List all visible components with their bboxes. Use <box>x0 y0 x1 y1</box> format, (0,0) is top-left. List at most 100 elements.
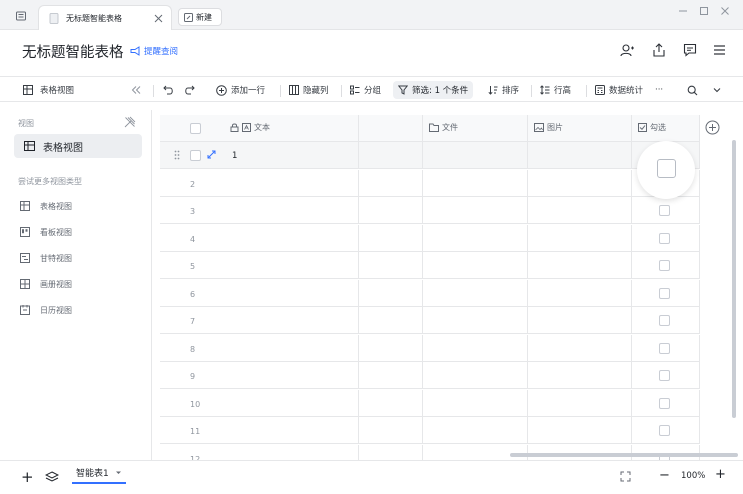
column-header-checkbox[interactable]: 勾选 <box>632 115 700 141</box>
cell-empty[interactable] <box>359 417 423 443</box>
expand-row-icon[interactable] <box>207 150 216 159</box>
row-checkbox-enlarged[interactable] <box>657 159 676 178</box>
sheet-tab-active[interactable]: 智能表1 <box>72 462 126 484</box>
row-checkbox[interactable] <box>659 315 670 326</box>
cell-empty[interactable] <box>359 307 423 333</box>
row-checkbox[interactable] <box>659 205 670 216</box>
add-sheet-button[interactable]: + <box>21 468 34 486</box>
table-row[interactable]: 1 <box>160 142 700 169</box>
cell-file[interactable] <box>423 334 528 361</box>
sort-button[interactable]: 排序 <box>488 77 519 103</box>
group-button[interactable]: 分组 <box>350 77 381 103</box>
select-all-checkbox[interactable] <box>190 123 201 134</box>
share-icon[interactable] <box>649 40 669 60</box>
cell-empty[interactable] <box>359 362 423 388</box>
sidebar-view-type-item[interactable]: 表格视图 <box>20 198 72 214</box>
column-header-image[interactable]: 图片 <box>528 115 632 141</box>
table-row[interactable]: 7 <box>160 307 700 334</box>
table-row[interactable]: 4 <box>160 224 700 252</box>
cell-empty[interactable] <box>359 142 423 168</box>
table-row[interactable]: 9 <box>160 362 700 389</box>
layers-icon[interactable] <box>45 471 59 483</box>
row-checkbox[interactable] <box>659 397 670 409</box>
table-row[interactable]: 2 <box>160 169 700 197</box>
cell-empty[interactable] <box>359 252 423 278</box>
sidebar-view-type-item[interactable]: 日历视图 <box>20 302 72 318</box>
pin-icon[interactable] <box>124 116 136 128</box>
cell-image[interactable] <box>528 224 632 251</box>
sidebar-view-type-item[interactable]: 画册视图 <box>20 276 72 292</box>
table-row[interactable]: 11 <box>160 417 700 444</box>
row-checkbox[interactable] <box>659 370 670 381</box>
menu-icon[interactable] <box>709 40 729 60</box>
hide-columns-button[interactable]: 隐藏列 <box>289 77 329 103</box>
cell-image[interactable] <box>528 169 632 196</box>
close-tab-icon[interactable] <box>154 14 163 23</box>
undo-icon[interactable] <box>163 77 174 103</box>
add-collaborator-icon[interactable] <box>617 40 637 60</box>
cell-file[interactable] <box>423 142 528 168</box>
cell-empty[interactable] <box>359 334 423 361</box>
cell-empty[interactable] <box>359 197 423 223</box>
zoom-out-button[interactable]: − <box>659 468 670 483</box>
cell-image[interactable] <box>528 279 632 306</box>
cell-image[interactable] <box>528 307 632 333</box>
vertical-scrollbar[interactable] <box>732 140 736 418</box>
row-checkbox[interactable] <box>659 287 670 299</box>
add-row-button[interactable]: 添加一行 <box>216 77 265 103</box>
table-row[interactable]: 10 <box>160 389 700 417</box>
row-select-checkbox[interactable] <box>190 150 201 161</box>
cell-image[interactable] <box>528 142 632 168</box>
cell-file[interactable] <box>423 197 528 223</box>
cell-image[interactable] <box>528 252 632 278</box>
sidebar-item-current-view[interactable]: 表格视图 <box>14 134 142 158</box>
cell-empty[interactable] <box>359 169 423 196</box>
chevron-down-icon[interactable] <box>712 77 722 103</box>
row-checkbox[interactable] <box>659 342 670 354</box>
cell-file[interactable] <box>423 252 528 278</box>
filter-button[interactable]: 筛选: 1 个条件 <box>393 81 474 99</box>
cell-empty[interactable] <box>359 389 423 416</box>
close-window-icon[interactable] <box>714 3 736 19</box>
caret-down-icon[interactable] <box>115 469 122 476</box>
cell-image[interactable] <box>528 334 632 361</box>
cell-empty[interactable] <box>359 224 423 251</box>
cell-file[interactable] <box>423 279 528 306</box>
row-checkbox[interactable] <box>659 425 670 436</box>
cell-image[interactable] <box>528 362 632 388</box>
search-icon[interactable] <box>687 77 698 103</box>
cell-image[interactable] <box>528 417 632 443</box>
cell-file[interactable] <box>423 389 528 416</box>
document-title[interactable]: 无标题智能表格 <box>22 41 124 62</box>
collapse-sidebar-icon[interactable] <box>131 77 141 103</box>
row-height-button[interactable]: 行高 <box>540 77 571 103</box>
cell-file[interactable] <box>423 169 528 196</box>
table-row[interactable]: 8 <box>160 334 700 362</box>
cell-file[interactable] <box>423 362 528 388</box>
new-tab-button[interactable]: 新建 <box>178 8 222 26</box>
minimize-icon[interactable] <box>672 3 694 19</box>
statistics-button[interactable]: 数据统计 <box>595 77 643 103</box>
cell-image[interactable] <box>528 389 632 416</box>
comment-icon[interactable] <box>680 40 700 60</box>
more-options-button[interactable]: ··· <box>655 77 663 103</box>
cell-empty[interactable] <box>359 444 423 460</box>
cell-empty[interactable] <box>359 279 423 306</box>
maximize-icon[interactable] <box>693 3 715 19</box>
cell-image[interactable] <box>528 197 632 223</box>
redo-icon[interactable] <box>184 77 195 103</box>
fit-screen-icon[interactable] <box>620 471 631 482</box>
tab-list-icon[interactable] <box>12 7 30 25</box>
column-header-text[interactable]: 文本 <box>160 115 359 141</box>
sidebar-view-type-item[interactable]: 甘特视图 <box>20 250 72 266</box>
drag-handle-icon[interactable] <box>174 150 180 160</box>
sidebar-view-type-item[interactable]: 看板视图 <box>20 224 72 240</box>
horizontal-scrollbar[interactable] <box>510 453 738 457</box>
reminder-button[interactable]: 提醒查阅 <box>130 45 178 57</box>
add-column-button[interactable] <box>703 118 722 137</box>
browser-tab-active[interactable]: 无标题智能表格 <box>38 5 172 30</box>
table-row[interactable]: 6 <box>160 279 700 307</box>
table-row[interactable]: 5 <box>160 252 700 279</box>
current-view-selector[interactable]: 表格视图 <box>23 77 74 103</box>
cell-file[interactable] <box>423 417 528 443</box>
